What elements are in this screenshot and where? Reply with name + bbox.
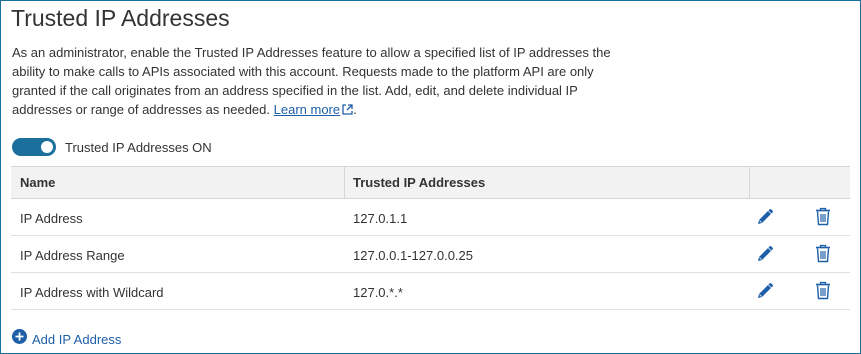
trusted-ip-panel: Trusted IP Addresses As an administrator…	[0, 0, 861, 354]
column-header-ip: Trusted IP Addresses	[353, 175, 486, 190]
row-ip: 127.0.*.*	[353, 285, 403, 300]
edit-icon[interactable]	[756, 245, 774, 266]
trash-icon[interactable]	[815, 281, 831, 303]
add-ip-address-button[interactable]: Add IP Address	[12, 329, 121, 349]
row-name: IP Address with Wildcard	[20, 285, 164, 300]
edit-icon[interactable]	[756, 282, 774, 303]
page-description: As an administrator, enable the Trusted …	[12, 43, 612, 120]
learn-more-label: Learn more	[273, 102, 341, 117]
page-title: Trusted IP Addresses	[11, 5, 230, 31]
table-row: IP Address with Wildcard 127.0.*.*	[11, 273, 850, 310]
row-name: IP Address	[20, 211, 83, 226]
table-header: Name Trusted IP Addresses	[11, 167, 850, 199]
row-ip: 127.0.1.1	[353, 211, 408, 226]
learn-more-link[interactable]: Learn more	[274, 102, 353, 117]
trusted-ip-toggle[interactable]	[12, 138, 56, 156]
trusted-ip-toggle-row: Trusted IP Addresses ON	[12, 138, 212, 156]
trailing-period: .	[353, 102, 357, 117]
column-header-name: Name	[20, 175, 56, 190]
add-ip-address-label: Add IP Address	[32, 331, 122, 347]
column-divider	[344, 167, 345, 198]
trusted-ip-table: Name Trusted IP Addresses IP Address 127…	[11, 166, 850, 310]
external-link-icon	[342, 101, 353, 120]
trash-icon[interactable]	[815, 207, 831, 229]
table-row: IP Address 127.0.1.1	[11, 199, 850, 236]
table-row: IP Address Range 127.0.0.1-127.0.0.25	[11, 236, 850, 273]
trash-icon[interactable]	[815, 244, 831, 266]
toggle-knob	[41, 141, 53, 153]
row-name: IP Address Range	[20, 248, 125, 263]
plus-circle-icon	[12, 329, 27, 349]
column-divider	[749, 167, 750, 198]
edit-icon[interactable]	[756, 208, 774, 229]
row-ip: 127.0.0.1-127.0.0.25	[353, 248, 473, 263]
toggle-label: Trusted IP Addresses ON	[65, 139, 212, 155]
